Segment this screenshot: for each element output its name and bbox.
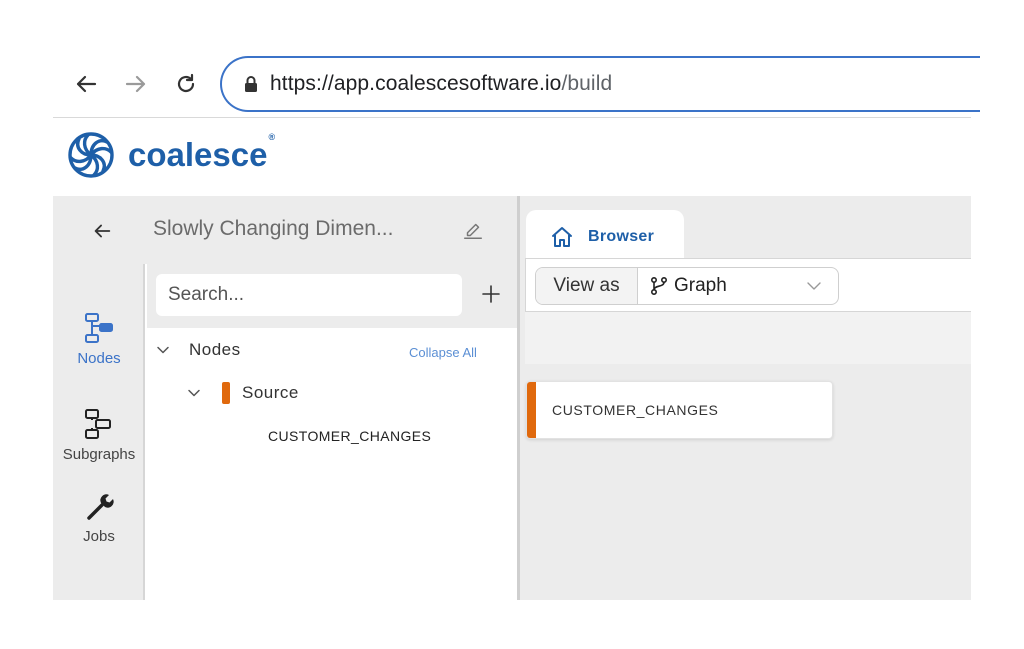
tree-group-label: Source (242, 383, 299, 402)
reload-button[interactable] (170, 68, 202, 100)
wrench-icon (87, 494, 114, 520)
forward-button[interactable] (120, 68, 152, 100)
view-as-label: View as (536, 268, 638, 304)
back-arrow-icon (76, 75, 97, 93)
chevron-down-icon (807, 282, 821, 290)
brand-name: coalesce® (128, 132, 275, 174)
rail-label-subgraphs: Subgraphs (62, 446, 136, 463)
project-back-button[interactable] (87, 216, 117, 246)
tree-leaf-customer-changes[interactable]: CUSTOMER_CHANGES (268, 428, 431, 444)
collapse-all-link[interactable]: Collapse All (409, 345, 477, 360)
back-button[interactable] (70, 68, 102, 100)
url-base: https://app.coalescesoftware.io (270, 72, 562, 95)
tree-root-label: Nodes (189, 340, 241, 359)
browser-divider (53, 117, 971, 118)
brand-name-text: coalesce (128, 136, 268, 173)
tree-group-source[interactable]: Source (184, 382, 299, 404)
tab-browser[interactable]: Browser (526, 210, 684, 264)
rail-item-jobs[interactable]: Jobs (53, 490, 145, 545)
node-type-color-bar (527, 382, 536, 438)
node-tree-panel: Nodes Collapse All Source CUSTOMER_CHANG… (147, 264, 517, 600)
tree-search-bar (147, 264, 517, 328)
address-bar[interactable]: https://app.coalescesoftware.io/build (220, 56, 980, 112)
rail-label-nodes: Nodes (77, 350, 121, 367)
workspace-panel: Browser View as Graph CUSTOMER_CHANGES (520, 196, 971, 600)
app-window: Slowly Changing Dimen... Nodes Subgraphs (53, 196, 971, 600)
edit-project-button[interactable] (459, 216, 487, 244)
view-as-value: Graph (674, 275, 727, 296)
project-title: Slowly Changing Dimen... (153, 217, 394, 240)
home-icon (552, 227, 572, 247)
add-node-button[interactable] (477, 280, 505, 308)
coalesce-logo[interactable]: coalesce® (66, 130, 275, 180)
chevron-down-icon (153, 340, 173, 360)
graph-toolbar: View as Graph (525, 258, 971, 312)
plus-icon (482, 285, 500, 303)
tab-browser-label: Browser (588, 228, 655, 245)
chevron-down-icon (184, 383, 204, 403)
graph-node-label: CUSTOMER_CHANGES (552, 402, 719, 418)
lock-icon (245, 76, 257, 92)
rail-item-subgraphs[interactable]: Subgraphs (53, 408, 145, 463)
subgraphs-icon (85, 409, 111, 439)
project-header: Slowly Changing Dimen... (53, 196, 517, 264)
source-color-marker (222, 382, 230, 404)
edit-pencil-icon (464, 223, 482, 239)
nodes-icon (85, 313, 113, 343)
graph-canvas-header (525, 312, 971, 364)
back-arrow-icon (94, 224, 111, 238)
url-text: https://app.coalescesoftware.io/build (270, 72, 612, 96)
coalesce-logo-icon (68, 132, 114, 178)
rail-label-jobs: Jobs (83, 528, 115, 545)
rail-item-nodes[interactable]: Nodes (53, 312, 145, 367)
graph-node-customer-changes[interactable]: CUSTOMER_CHANGES (526, 381, 833, 439)
view-as-dropdown[interactable]: Graph (638, 268, 838, 304)
reload-icon (177, 73, 195, 93)
view-as-select[interactable]: View as Graph (535, 267, 839, 305)
branch-icon (650, 276, 668, 296)
sidebar-rail: Nodes Subgraphs Jobs (53, 264, 145, 600)
tree-leaf-label: CUSTOMER_CHANGES (268, 428, 432, 444)
brand-registered-mark: ® (268, 132, 276, 142)
url-path: /build (561, 72, 613, 95)
tree-root-nodes[interactable]: Nodes (153, 340, 241, 360)
search-input[interactable] (156, 274, 462, 316)
forward-arrow-icon (125, 75, 146, 93)
